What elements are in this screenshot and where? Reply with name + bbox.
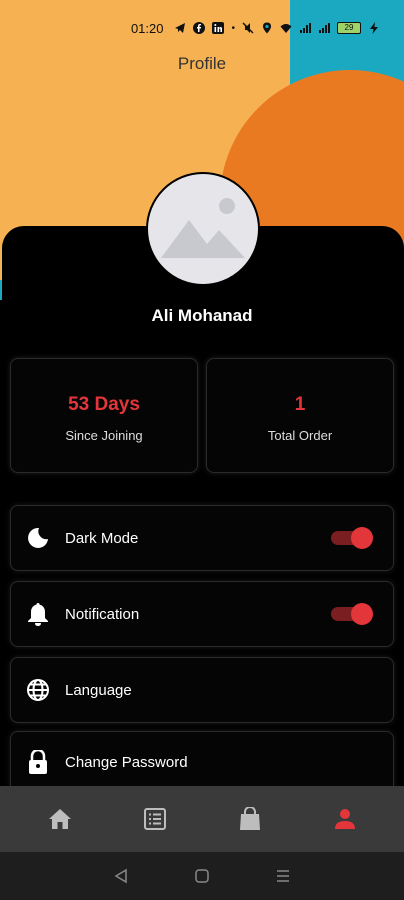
wifi-icon [280, 24, 292, 33]
image-placeholder-icon [161, 198, 245, 258]
language-row[interactable]: Language [10, 657, 394, 723]
notification-toggle[interactable] [331, 603, 373, 625]
nav-profile[interactable] [315, 799, 375, 839]
page-title: Profile [177, 54, 227, 73]
nav-cart[interactable] [220, 799, 280, 839]
user-name: Ali Mohanad [151, 306, 253, 325]
facebook-icon [193, 22, 206, 34]
person-icon [334, 809, 355, 829]
dark-mode-toggle[interactable] [331, 527, 373, 549]
notification-row[interactable]: Notification [10, 581, 394, 647]
dark-mode-row[interactable]: Dark Mode [10, 505, 394, 571]
stat-label: Total Order [267, 428, 333, 443]
avatar[interactable] [146, 172, 260, 286]
change-password-label: Change Password [65, 753, 188, 771]
moon-icon [25, 525, 51, 551]
dark-mode-label: Dark Mode [65, 529, 139, 547]
change-password-row[interactable]: Change Password [10, 731, 394, 793]
stat-label: Since Joining [65, 428, 143, 443]
stat-card-since-joining: 53 Days Since Joining [10, 358, 198, 473]
linkedin-icon [212, 22, 225, 34]
telegram-icon [175, 23, 186, 33]
lock-icon [25, 749, 51, 775]
toggle-knob [351, 603, 373, 625]
status-bar: 01:20 • 29 [0, 16, 404, 40]
home-button-icon[interactable] [194, 868, 210, 884]
stat-value: 1 [294, 394, 306, 415]
bell-icon [25, 601, 51, 627]
stat-card-total-order: 1 Total Order [206, 358, 394, 473]
signal-2-icon [319, 23, 330, 33]
dot-icon: • [231, 22, 235, 34]
nav-home[interactable] [30, 799, 90, 839]
menu-icon[interactable] [275, 868, 291, 884]
back-icon[interactable] [113, 868, 129, 884]
stat-value: 53 Days [68, 394, 140, 415]
mute-icon [242, 22, 254, 34]
globe-icon [25, 677, 51, 703]
location-icon [263, 22, 271, 34]
language-label: Language [65, 681, 132, 699]
system-nav-bar [0, 852, 404, 900]
battery-icon: 29 [337, 22, 361, 34]
toggle-knob [351, 527, 373, 549]
nav-orders[interactable] [125, 799, 185, 839]
charging-icon [370, 22, 378, 34]
notification-label: Notification [65, 605, 140, 623]
list-icon [143, 808, 166, 830]
shopping-bag-icon [239, 807, 260, 830]
status-time: 01:20 [130, 20, 164, 36]
signal-icon [300, 23, 311, 33]
home-icon [48, 809, 71, 829]
bottom-nav [0, 786, 404, 852]
